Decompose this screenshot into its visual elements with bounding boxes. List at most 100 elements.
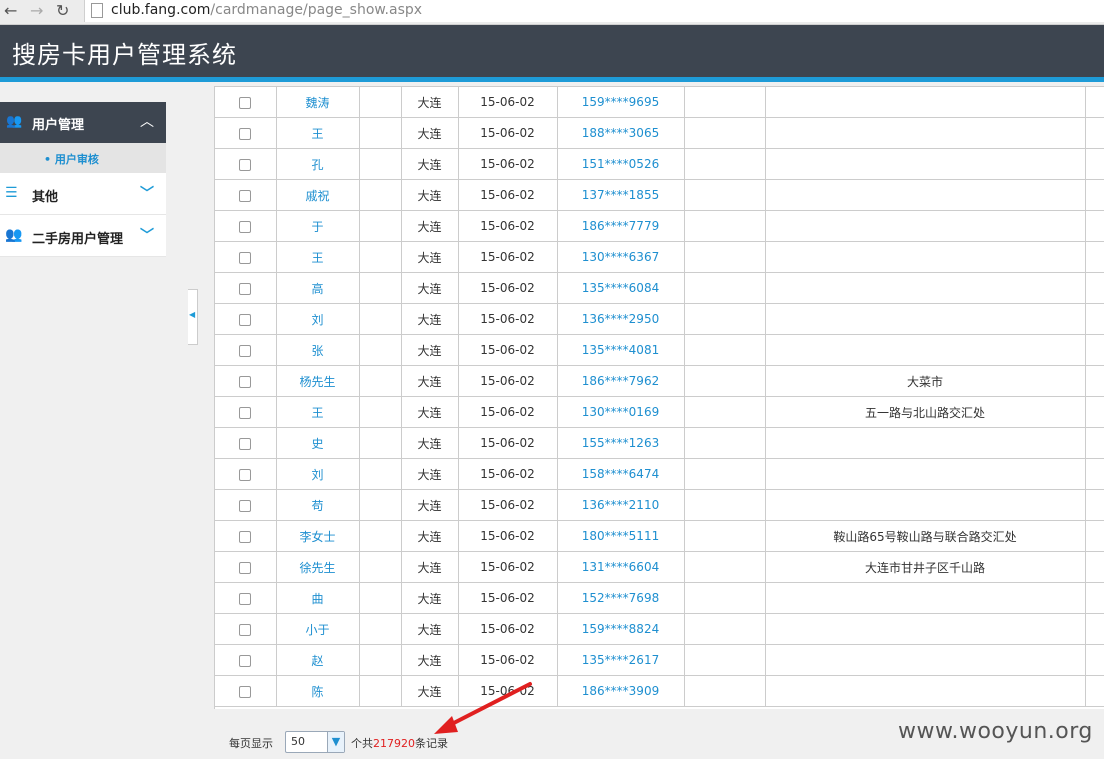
row-checkbox-cell	[215, 117, 277, 149]
phone-link[interactable]: 135****6084	[557, 272, 685, 304]
forward-button[interactable]: →	[30, 2, 43, 20]
row-checkbox[interactable]	[239, 654, 252, 667]
url-text[interactable]: club.fang.com/cardmanage/page_show.aspx	[111, 2, 422, 18]
user-name[interactable]: 史	[276, 427, 360, 459]
phone-link[interactable]: 131****6604	[557, 551, 685, 583]
user-name[interactable]: 孔	[276, 148, 360, 180]
phone-link[interactable]: 159****8824	[557, 613, 685, 645]
sidebar-item-secondhand-users[interactable]: 👥 二手房用户管理 ﹀	[0, 215, 166, 257]
city-cell: 大连	[401, 179, 459, 211]
per-page-select[interactable]: 50 ▼	[285, 731, 345, 753]
row-checkbox[interactable]	[239, 468, 252, 481]
row-checkbox-cell	[215, 551, 277, 583]
table-row: 孔 大连 15-06-02 151****0526	[215, 148, 1104, 180]
empty-cell	[359, 458, 402, 490]
row-checkbox[interactable]	[239, 282, 252, 295]
user-name[interactable]: 戚祝	[276, 179, 360, 211]
phone-link[interactable]: 186****7779	[557, 210, 685, 242]
phone-link[interactable]: 130****0169	[557, 396, 685, 428]
date-cell: 15-06-02	[458, 427, 558, 459]
row-checkbox[interactable]	[239, 375, 252, 388]
sidebar-item-other[interactable]: ☰ 其他 ﹀	[0, 173, 166, 215]
row-checkbox[interactable]	[239, 158, 252, 171]
row-checkbox-cell	[215, 303, 277, 335]
user-name[interactable]: 王	[276, 241, 360, 273]
table-row: 王 大连 15-06-02 130****6367	[215, 241, 1104, 273]
user-name[interactable]: 刘	[276, 458, 360, 490]
row-checkbox[interactable]	[239, 251, 252, 264]
city-cell: 大连	[401, 582, 459, 614]
date-cell: 15-06-02	[458, 582, 558, 614]
address-cell	[765, 303, 1086, 335]
date-cell: 15-06-02	[458, 458, 558, 490]
row-checkbox[interactable]	[239, 437, 252, 450]
user-name[interactable]: 李女士	[276, 520, 360, 552]
user-name[interactable]: 王	[276, 396, 360, 428]
row-checkbox[interactable]	[239, 561, 252, 574]
empty-cell	[684, 241, 766, 273]
user-name[interactable]: 赵	[276, 644, 360, 676]
phone-link[interactable]: 135****4081	[557, 334, 685, 366]
sidebar: 👥 用户管理 ︿ • 用户审核 ☰ 其他 ﹀ 👥 二手房用户管理 ﹀	[0, 102, 166, 257]
user-name[interactable]: 曲	[276, 582, 360, 614]
user-name[interactable]: 于	[276, 210, 360, 242]
row-checkbox[interactable]	[239, 344, 252, 357]
user-name[interactable]: 苟	[276, 489, 360, 521]
address-cell: 五一路与北山路交汇处	[765, 396, 1086, 428]
phone-link[interactable]: 186****3909	[557, 675, 685, 707]
sidebar-collapse-handle[interactable]: ◀	[188, 289, 198, 345]
table-row: 刘 大连 15-06-02 136****2950	[215, 303, 1104, 335]
row-checkbox[interactable]	[239, 220, 252, 233]
chevron-down-icon[interactable]: ﹀	[140, 225, 154, 245]
row-checkbox[interactable]	[239, 127, 252, 140]
address-bar[interactable]: club.fang.com/cardmanage/page_show.aspx	[84, 0, 1104, 22]
user-name[interactable]: 徐先生	[276, 551, 360, 583]
phone-link[interactable]: 137****1855	[557, 179, 685, 211]
address-cell	[765, 334, 1086, 366]
phone-link[interactable]: 180****5111	[557, 520, 685, 552]
sidebar-item-user-management[interactable]: 👥 用户管理 ︿	[0, 102, 166, 143]
chevron-down-icon[interactable]: ﹀	[140, 183, 154, 203]
empty-cell	[359, 520, 402, 552]
phone-link[interactable]: 136****2110	[557, 489, 685, 521]
chevron-up-icon[interactable]: ︿	[140, 111, 154, 131]
phone-link[interactable]: 188****3065	[557, 117, 685, 149]
user-name[interactable]: 陈	[276, 675, 360, 707]
phone-link[interactable]: 136****2950	[557, 303, 685, 335]
phone-link[interactable]: 130****6367	[557, 241, 685, 273]
user-name[interactable]: 魏涛	[276, 87, 360, 118]
user-name[interactable]: 刘	[276, 303, 360, 335]
user-name[interactable]: 高	[276, 272, 360, 304]
row-checkbox[interactable]	[239, 189, 252, 202]
row-checkbox[interactable]	[239, 685, 252, 698]
back-button[interactable]: ←	[4, 2, 17, 20]
reload-button[interactable]: ↻	[56, 2, 69, 20]
row-checkbox[interactable]	[239, 96, 252, 109]
sidebar-subitem-text: 用户审核	[54, 153, 99, 166]
empty-cell	[1085, 87, 1104, 118]
address-cell	[765, 210, 1086, 242]
row-checkbox[interactable]	[239, 313, 252, 326]
city-cell: 大连	[401, 427, 459, 459]
phone-link[interactable]: 155****1263	[557, 427, 685, 459]
user-name[interactable]: 杨先生	[276, 365, 360, 397]
phone-link[interactable]: 152****7698	[557, 582, 685, 614]
user-name[interactable]: 王	[276, 117, 360, 149]
phone-link[interactable]: 158****6474	[557, 458, 685, 490]
row-checkbox[interactable]	[239, 530, 252, 543]
row-checkbox[interactable]	[239, 499, 252, 512]
phone-link[interactable]: 135****2617	[557, 644, 685, 676]
sidebar-subitem-user-review[interactable]: • 用户审核	[0, 143, 166, 173]
row-checkbox[interactable]	[239, 406, 252, 419]
phone-link[interactable]: 151****0526	[557, 148, 685, 180]
address-cell	[765, 179, 1086, 211]
user-name[interactable]: 小于	[276, 613, 360, 645]
row-checkbox[interactable]	[239, 592, 252, 605]
phone-link[interactable]: 159****9695	[557, 87, 685, 118]
total-count: 217920	[373, 737, 415, 750]
chevron-down-icon[interactable]: ▼	[327, 732, 344, 752]
row-checkbox[interactable]	[239, 623, 252, 636]
user-name[interactable]: 张	[276, 334, 360, 366]
sidebar-item-label: 用户管理	[32, 118, 85, 133]
phone-link[interactable]: 186****7962	[557, 365, 685, 397]
